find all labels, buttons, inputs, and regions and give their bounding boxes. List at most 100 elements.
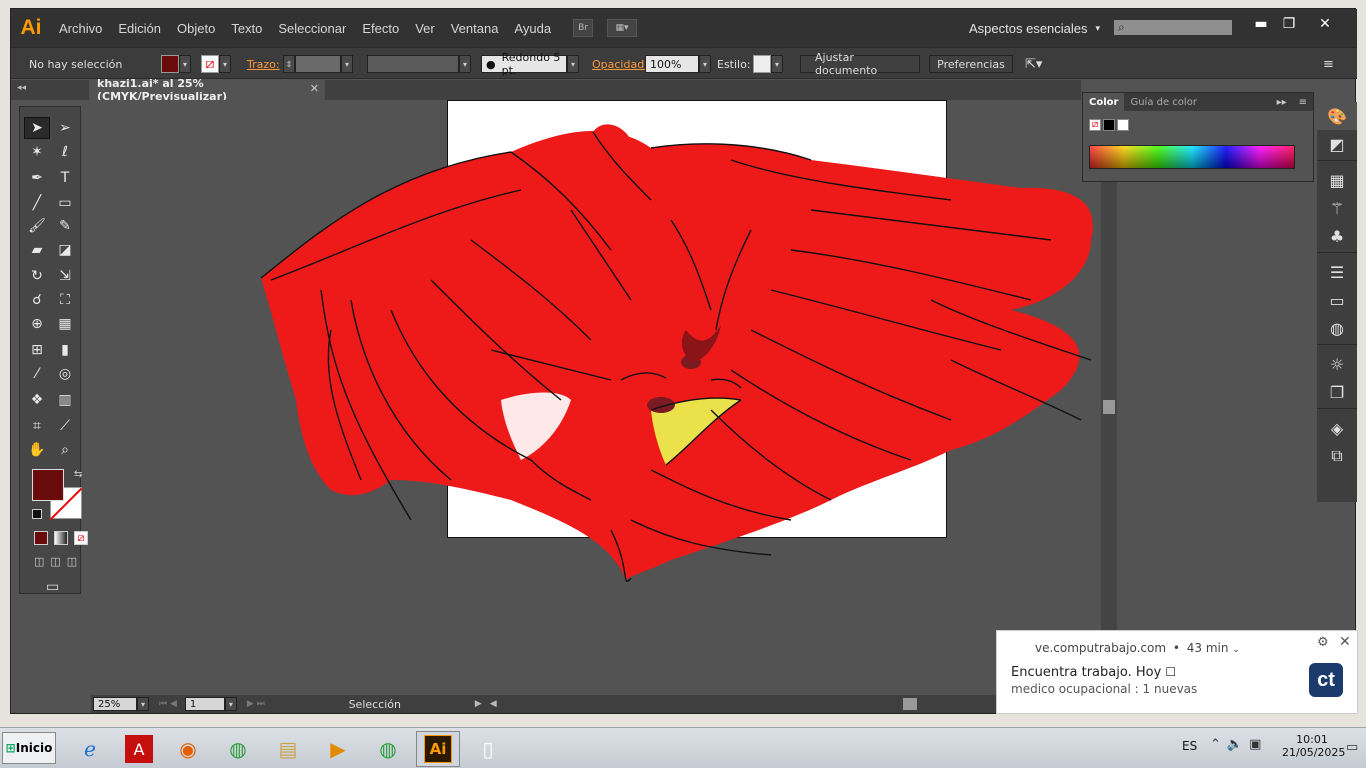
rotate-tool-icon[interactable]: ↻ xyxy=(24,265,50,287)
status-menu-arrow-icon[interactable]: ▶ xyxy=(475,699,482,709)
isolate-icon[interactable]: ⇱▾ xyxy=(1025,55,1042,73)
style-dropdown[interactable]: ▾ xyxy=(771,55,783,73)
chrome-profile-icon[interactable]: ◍ xyxy=(366,731,410,767)
fill-dropdown[interactable]: ▾ xyxy=(179,55,191,73)
close-window-button[interactable]: ✕ xyxy=(1311,13,1339,35)
pen-tool-icon[interactable]: ✒ xyxy=(24,167,50,189)
rectangle-tool-icon[interactable]: ▭ xyxy=(52,192,78,214)
blend-tool-icon[interactable]: ◎ xyxy=(52,363,78,385)
minimize-button[interactable]: ▬ xyxy=(1247,13,1275,35)
vertical-scroll-thumb[interactable] xyxy=(1103,400,1115,414)
panel-options-icon[interactable]: ≡ xyxy=(1293,97,1313,108)
opacity-field[interactable]: 100% xyxy=(645,55,699,73)
black-swatch[interactable] xyxy=(1103,119,1115,131)
opacity-label[interactable]: Opacidad: xyxy=(592,58,648,71)
zoom-tool-icon[interactable]: ⌕ xyxy=(52,439,78,461)
color-panel-icon[interactable]: 🎨 xyxy=(1317,102,1357,130)
style-swatch[interactable] xyxy=(753,55,771,73)
color-spectrum[interactable] xyxy=(1089,145,1295,169)
layers-icon[interactable]: ◈ xyxy=(1317,414,1357,442)
slice-tool-icon[interactable]: ⟋ xyxy=(52,415,78,437)
chevron-down-icon[interactable]: ⌄ xyxy=(1232,645,1240,655)
warp-tool-icon[interactable]: ☌ xyxy=(24,289,50,311)
panel-expand-icon[interactable]: ▸▸ xyxy=(1271,97,1293,108)
appearance-icon[interactable]: ☼ xyxy=(1317,350,1357,378)
firefox-icon[interactable]: ◉ xyxy=(166,731,210,767)
start-button[interactable]: ⊞ Inicio xyxy=(2,732,56,764)
menu-efecto[interactable]: Efecto xyxy=(354,9,407,47)
menu-edicion[interactable]: Edición xyxy=(110,9,169,47)
maximize-button[interactable]: ❐ xyxy=(1275,13,1303,35)
pencil-tool-icon[interactable]: ✎ xyxy=(52,215,78,237)
workspace-switcher[interactable]: Aspectos esenciales ▾ xyxy=(969,9,1100,47)
eyedropper-icon[interactable]: ⁄ xyxy=(24,363,50,385)
stroke-weight-field[interactable] xyxy=(295,55,341,73)
media-player-icon[interactable]: ▶ xyxy=(316,731,360,767)
fill-color-box[interactable] xyxy=(32,469,64,501)
acrobat-icon[interactable]: A xyxy=(125,735,153,763)
direct-selection-tool-icon[interactable]: ➢ xyxy=(52,117,78,139)
menu-ver[interactable]: Ver xyxy=(407,9,443,47)
symbol-sprayer-icon[interactable]: ❖ xyxy=(24,389,50,411)
opacity-dropdown[interactable]: ▾ xyxy=(699,55,711,73)
brush-field[interactable]: ● Redondo 5 pt. xyxy=(481,51,567,77)
screen-mode-icon[interactable]: ▭ xyxy=(46,579,59,595)
panel-menu-icon[interactable]: ≡ xyxy=(1323,55,1334,73)
blob-brush-icon[interactable]: ▰ xyxy=(24,239,50,261)
menu-ayuda[interactable]: Ayuda xyxy=(506,9,559,47)
internet-explorer-icon[interactable]: ℯ xyxy=(68,731,112,767)
shape-builder-icon[interactable]: ⊕ xyxy=(24,313,50,335)
none-swatch[interactable]: ⧄ xyxy=(1089,119,1101,131)
variable-width-dropdown[interactable]: ▾ xyxy=(459,55,471,73)
color-guide-icon[interactable]: ◩ xyxy=(1317,130,1357,158)
preferences-button[interactable]: Preferencias xyxy=(929,55,1013,73)
horizontal-scroll-thumb[interactable] xyxy=(903,698,917,710)
menu-seleccionar[interactable]: Seleccionar xyxy=(270,9,354,47)
menu-texto[interactable]: Texto xyxy=(223,9,270,47)
chrome-icon[interactable]: ◍ xyxy=(216,731,260,767)
selection-tool-icon[interactable]: ➤ xyxy=(24,117,50,139)
stroke-swatch[interactable]: ⧄ xyxy=(201,55,219,73)
menu-ventana[interactable]: Ventana xyxy=(443,9,507,47)
illustrator-taskbar-icon[interactable]: Ai xyxy=(424,735,452,763)
stroke-dropdown[interactable]: ▾ xyxy=(219,55,231,73)
gear-icon[interactable]: ⚙ xyxy=(1317,635,1329,650)
stroke-stepper[interactable]: ⇕ xyxy=(283,55,295,73)
help-search-input[interactable]: ⌕ xyxy=(1113,19,1233,36)
tray-icons[interactable]: ⌃🔈▣ xyxy=(1210,737,1267,752)
graphic-styles-icon[interactable]: ❐ xyxy=(1317,378,1357,406)
zoom-dropdown[interactable]: ▾ xyxy=(137,697,149,711)
variable-width-field[interactable] xyxy=(367,55,459,73)
paintbrush-tool-icon[interactable]: 🖌 xyxy=(24,215,50,237)
scale-tool-icon[interactable]: ⇲ xyxy=(52,265,78,287)
artboard-tool-icon[interactable]: ⌗ xyxy=(24,415,50,437)
transparency-icon[interactable]: ◍ xyxy=(1317,314,1357,342)
document-tab[interactable]: khazi1.ai* al 25% (CMYK/Previsualizar) ✕ xyxy=(89,77,325,103)
first-artboard-icon[interactable]: ⏮ ◀ xyxy=(159,699,177,709)
notepad-icon[interactable]: ▯ xyxy=(466,731,510,767)
stroke-weight-dropdown[interactable]: ▾ xyxy=(341,55,353,73)
brushes-icon[interactable]: ⚚ xyxy=(1317,194,1357,222)
vertical-scrollbar[interactable] xyxy=(1101,100,1117,695)
symbols-icon[interactable]: ♣ xyxy=(1317,222,1357,250)
hand-tool-icon[interactable]: ✋ xyxy=(24,439,50,461)
swatches-icon[interactable]: ▦ xyxy=(1317,166,1357,194)
artboard-dropdown[interactable]: ▾ xyxy=(224,697,237,711)
action-center-icon[interactable]: ▭ xyxy=(1346,740,1358,755)
file-explorer-icon[interactable]: ▤ xyxy=(266,731,310,767)
color-mode-icon[interactable] xyxy=(34,531,48,545)
magic-wand-icon[interactable]: ✶ xyxy=(24,141,50,163)
lasso-tool-icon[interactable]: ℓ xyxy=(52,141,78,163)
fit-document-button[interactable]: Ajustar documento xyxy=(800,51,920,77)
gradient-panel-icon[interactable]: ▭ xyxy=(1317,286,1357,314)
fill-swatch[interactable] xyxy=(161,55,179,73)
perspective-grid-icon[interactable]: ▦ xyxy=(52,313,78,335)
canvas-area[interactable] xyxy=(91,100,1101,695)
draw-modes-icon[interactable]: ◫◫◫ xyxy=(34,555,83,568)
bridge-button[interactable]: Br xyxy=(573,19,594,37)
gradient-mode-icon[interactable] xyxy=(54,531,68,545)
eraser-tool-icon[interactable]: ◪ xyxy=(52,239,78,261)
scroll-left-icon[interactable]: ◀ xyxy=(490,699,497,709)
swap-colors-icon[interactable]: ⇆ xyxy=(74,469,82,480)
tab-color[interactable]: Color xyxy=(1083,93,1125,111)
